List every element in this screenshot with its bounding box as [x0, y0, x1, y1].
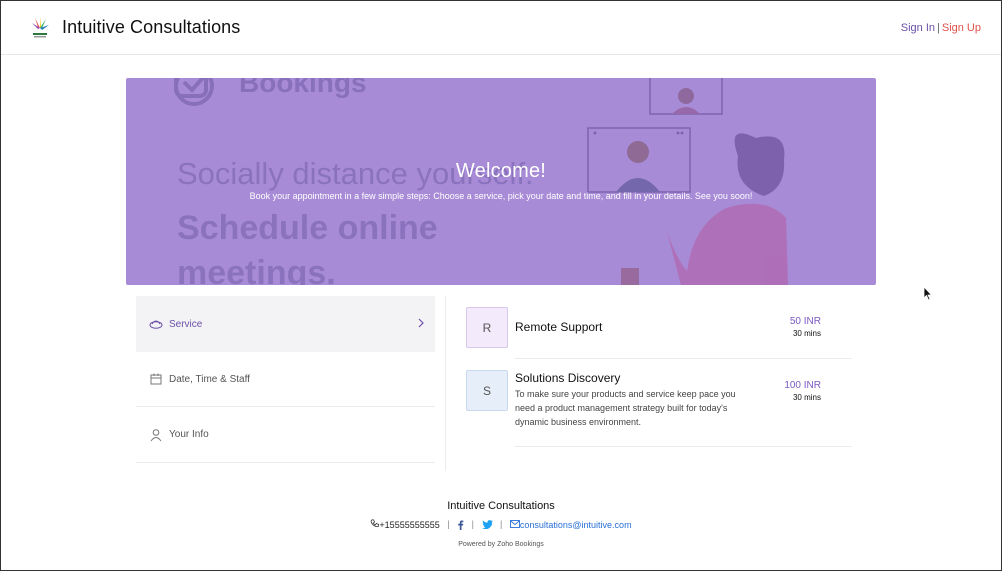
service-price: 100 INR	[784, 380, 821, 391]
service-list: R Remote Support 50 INR 30 mins S Soluti…	[466, 306, 852, 447]
step-service-label: Service	[169, 318, 203, 330]
banner-subtitle: Book your appointment in a few simple st…	[249, 191, 753, 201]
facebook-icon[interactable]	[457, 520, 464, 530]
service-item-solutions-discovery[interactable]: S Solutions Discovery To make sure your …	[466, 368, 852, 447]
service-name: Solutions Discovery	[515, 371, 621, 385]
footer-email[interactable]: consultations@intuitive.com	[509, 519, 632, 530]
banner-art-line3: meetings.	[177, 254, 336, 285]
email-link[interactable]: consultations@intuitive.com	[520, 520, 632, 530]
footer-title: Intuitive Consultations	[447, 500, 555, 512]
calendar-icon	[149, 372, 163, 386]
banner-title: Welcome!	[455, 160, 547, 182]
auth-separator: |	[937, 22, 940, 34]
service-price-block: 100 INR 30 mins	[784, 380, 821, 402]
service-divider	[515, 358, 852, 359]
banner-art-bookings: Bookings	[239, 78, 367, 98]
step-your-info[interactable]: Your Info	[136, 407, 435, 463]
service-price-block: 50 INR 30 mins	[790, 316, 821, 338]
footer-phone[interactable]: +15555555555	[370, 519, 440, 530]
user-icon	[149, 428, 163, 442]
step-your-info-label: Your Info	[169, 429, 209, 440]
powered-by: Powered by Zoho Bookings	[458, 541, 544, 548]
footer-separator: |	[471, 519, 474, 529]
welcome-banner: Bookings Socially distance yourself. Sch…	[126, 78, 876, 285]
service-price: 50 INR	[789, 316, 821, 327]
auth-links: Sign In | Sign Up	[901, 22, 981, 34]
booking-steps: Service Date, Time & Staff Your Info	[136, 296, 435, 463]
service-divider	[515, 446, 852, 447]
footer-separator: |	[500, 519, 503, 529]
service-icon	[149, 317, 163, 331]
service-name: Remote Support	[515, 320, 603, 334]
top-header: Intuitive Consultations Sign In | Sign Up	[1, 1, 1001, 55]
service-duration: 30 mins	[792, 393, 821, 402]
footer-separator: |	[447, 519, 450, 529]
column-divider	[445, 296, 446, 471]
phone-number: +15555555555	[379, 519, 440, 530]
mail-icon	[509, 519, 520, 530]
banner-art-line2: Schedule online	[177, 209, 438, 247]
sign-up-link[interactable]: Sign Up	[942, 22, 981, 34]
service-item-remote-support[interactable]: R Remote Support 50 INR 30 mins	[466, 306, 852, 359]
phone-icon	[370, 519, 380, 530]
sign-in-link[interactable]: Sign In	[901, 22, 935, 34]
brand-name: Intuitive Consultations	[62, 17, 241, 37]
step-service[interactable]: Service	[136, 296, 435, 352]
step-date-time-staff[interactable]: Date, Time & Staff	[136, 352, 435, 407]
company-logo[interactable]	[29, 14, 51, 40]
footer-contact: +15555555555 | | | consultations@intuiti…	[0, 519, 1002, 530]
service-description: To make sure your products and service k…	[515, 389, 736, 427]
step-date-time-staff-label: Date, Time & Staff	[169, 373, 250, 385]
service-duration: 30 mins	[792, 329, 821, 338]
twitter-icon[interactable]	[481, 520, 493, 530]
service-avatar: R	[466, 307, 508, 348]
chevron-right-icon	[417, 317, 425, 329]
mouse-cursor-icon	[923, 286, 933, 301]
service-avatar: S	[466, 370, 508, 411]
